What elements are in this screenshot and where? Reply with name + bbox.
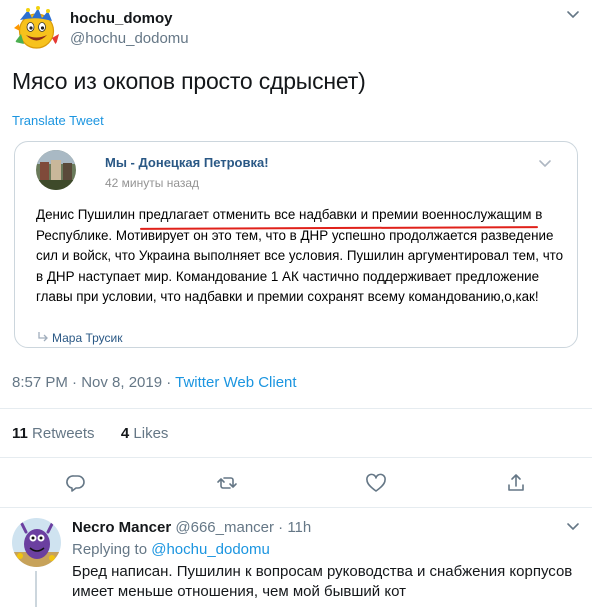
reply-text: Бред написан. Пушилин к вопросам руковод… xyxy=(72,563,573,600)
quoted-post-text: Денис Пушилин предлагает отменить все на… xyxy=(36,207,564,304)
share-icon[interactable] xyxy=(505,472,527,494)
post-author[interactable]: Мара Трусик xyxy=(52,331,123,345)
smiley-avatar-icon xyxy=(12,4,61,53)
avatar[interactable] xyxy=(12,4,61,53)
chevron-down-icon[interactable] xyxy=(566,10,580,20)
reply-icon[interactable] xyxy=(65,472,87,494)
client-link[interactable]: Twitter Web Client xyxy=(175,374,296,391)
replying-prefix: Replying to xyxy=(72,541,152,558)
translate-link[interactable]: Translate Tweet xyxy=(12,113,104,128)
tweet-text: Мясо из окопов просто сдрыснет) xyxy=(12,68,366,94)
group-name[interactable]: Мы - Донецкая Петровка! xyxy=(105,155,269,170)
monster-avatar-icon xyxy=(12,518,61,567)
divider xyxy=(0,457,592,458)
divider xyxy=(0,408,592,409)
retweet-icon[interactable] xyxy=(216,472,238,494)
retweets-count: 11 xyxy=(12,425,28,442)
likes-count: 4 xyxy=(120,425,130,442)
retweets-stat[interactable]: 11 Retweets xyxy=(12,425,95,442)
tweet-stats: 11 Retweets 4 Likes xyxy=(12,425,168,442)
group-avatar xyxy=(36,150,76,190)
tweet-timestamp: 8:57 PM · Nov 8, 2019 · Twitter Web Clie… xyxy=(12,374,297,391)
reply-handle-time[interactable]: @666_mancer · 11h xyxy=(171,519,311,536)
likes-stat[interactable]: 4 Likes xyxy=(121,425,169,442)
retweets-label: Retweets xyxy=(27,425,95,442)
like-icon[interactable] xyxy=(365,473,387,495)
divider xyxy=(0,507,592,508)
replying-to: Replying to @hochu_dodomu xyxy=(72,541,270,558)
group-photo-icon xyxy=(36,150,76,190)
post-time: 42 минуты назад xyxy=(105,176,200,190)
author-arrow-icon xyxy=(38,332,48,342)
timestamp-text[interactable]: 8:57 PM · Nov 8, 2019 · xyxy=(12,374,175,391)
reply-avatar[interactable] xyxy=(12,518,61,567)
user-handle[interactable]: @hochu_dodomu xyxy=(70,30,189,47)
reply-header: Necro Mancer @666_mancer · 11h xyxy=(72,519,311,536)
chevron-down-icon[interactable] xyxy=(566,522,580,532)
thread-line xyxy=(35,571,37,607)
replying-mention[interactable]: @hochu_dodomu xyxy=(151,541,270,558)
reply-display-name[interactable]: Necro Mancer xyxy=(72,519,171,536)
likes-label: Likes xyxy=(129,425,169,442)
display-name[interactable]: hochu_domoy xyxy=(70,10,173,27)
chevron-down-icon[interactable] xyxy=(538,159,552,168)
